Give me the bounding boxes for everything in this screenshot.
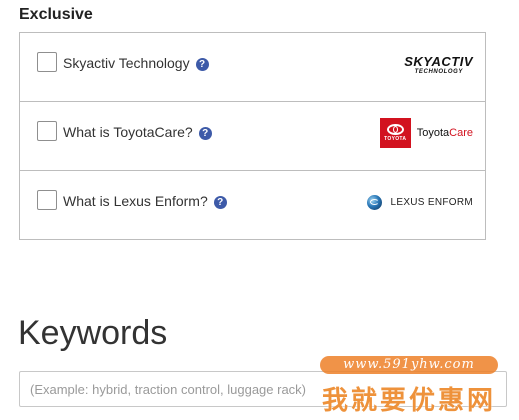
skyactiv-checkbox[interactable] [37, 52, 57, 72]
skyactiv-label: Skyactiv Technology? [63, 55, 209, 71]
skyactiv-logo: SKYACTIV TECHNOLOGY [369, 55, 473, 79]
skyactiv-logo-main: SKYACTIV [404, 54, 473, 69]
toyotacare-logo-text: ToyotaCare [416, 127, 473, 139]
option-row-skyactiv: Skyactiv Technology? SKYACTIV TECHNOLOGY [20, 33, 485, 102]
page: Exclusive Skyactiv Technology? SKYACTIV … [0, 0, 519, 420]
help-icon[interactable]: ? [195, 58, 209, 71]
keywords-title: Keywords [18, 314, 168, 352]
toyotacare-label-text: What is ToyotaCare? [63, 124, 193, 140]
option-row-toyotacare: What is ToyotaCare?? TOYOTA ToyotaCare [20, 102, 485, 171]
toyotacare-checkbox[interactable] [37, 121, 57, 141]
toyota-badge-text: TOYOTA [384, 136, 407, 142]
lexus-enform-label: What is Lexus Enform?? [63, 193, 227, 209]
lexus-enform-logo-text: LEXUS ENFORM [390, 197, 473, 208]
skyactiv-label-text: Skyactiv Technology [63, 55, 190, 71]
keywords-input[interactable] [19, 371, 507, 407]
lexus-enform-logo: LEXUS ENFORM [367, 195, 473, 210]
section-title: Exclusive [19, 6, 93, 23]
toyotacare-logo: TOYOTA ToyotaCare [379, 118, 473, 148]
help-icon[interactable]: ? [213, 196, 227, 209]
help-icon[interactable]: ? [198, 127, 212, 140]
lexus-enform-checkbox[interactable] [37, 190, 57, 210]
option-row-lexus-enform: What is Lexus Enform?? LEXUS ENFORM [20, 171, 485, 239]
toyotacare-label: What is ToyotaCare?? [63, 124, 212, 140]
globe-icon [367, 195, 383, 210]
options-list: Skyactiv Technology? SKYACTIV TECHNOLOGY… [19, 32, 486, 240]
skyactiv-logo-sub: TECHNOLOGY [414, 69, 463, 75]
toyota-emblem-icon: TOYOTA [379, 118, 411, 148]
lexus-enform-label-text: What is Lexus Enform? [63, 193, 208, 209]
